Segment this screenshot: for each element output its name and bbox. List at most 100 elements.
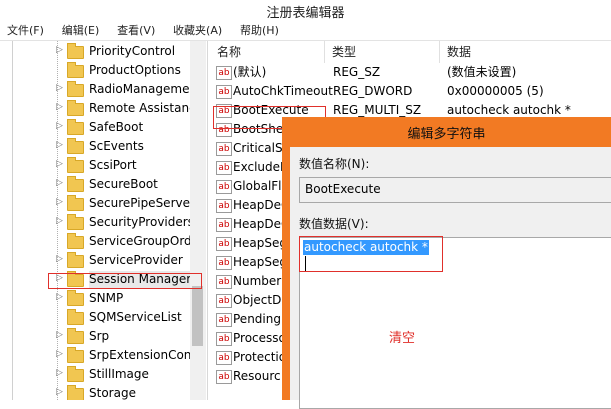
column-header-name[interactable]: 名称 — [217, 41, 241, 63]
folder-icon — [67, 366, 84, 382]
expand-arrow-icon[interactable]: ▷ — [56, 45, 64, 55]
tree-item[interactable]: ▷ SecurityProviders — [56, 213, 196, 232]
tree-item[interactable]: ▷ ScsiPort — [56, 156, 196, 175]
tree-item-label: SecureBoot — [89, 177, 158, 191]
title-bar: 注册表编辑器 — [0, 0, 611, 22]
value-name: PendingI — [233, 312, 285, 326]
folder-icon — [67, 309, 84, 325]
column-divider[interactable] — [324, 41, 325, 63]
string-value-icon: ab — [216, 294, 232, 308]
string-value-icon: ab — [216, 237, 232, 251]
expand-arrow-icon[interactable]: ▷ — [56, 102, 64, 112]
string-value-icon: ab — [216, 218, 232, 232]
tree-item-label: SQMServiceList — [89, 310, 182, 324]
value-name: HeapSeg — [233, 255, 287, 269]
tree-item[interactable]: ▷ SafeBoot — [56, 118, 196, 137]
tree-item[interactable]: ProductOptions — [56, 61, 196, 80]
tree-item-label: Storage — [89, 386, 136, 400]
tree-item[interactable]: ▷ SecurePipeServers — [56, 194, 201, 213]
tree-item[interactable]: ▷ SNMP — [56, 289, 196, 308]
tree-item-label: SNMP — [89, 291, 124, 305]
value-name-text: BootExecute — [305, 182, 381, 196]
tree-scrollbar-thumb[interactable] — [192, 286, 203, 346]
tree-item-label: PriorityControl — [89, 44, 176, 58]
tree-scrollbar[interactable] — [190, 41, 206, 400]
value-name: AutoChkTimeout — [233, 84, 333, 98]
tree-item[interactable]: ▷ SrpExtensionConfi — [56, 346, 199, 365]
value-name-field[interactable]: BootExecute — [299, 177, 611, 203]
menu-view[interactable]: 查看(V) — [110, 22, 162, 40]
expand-arrow-icon[interactable]: ▷ — [56, 216, 64, 226]
string-value-icon: ab — [216, 275, 232, 289]
tree-item[interactable]: ▷ Storage — [56, 384, 196, 400]
folder-icon — [67, 138, 84, 154]
string-value-icon: ab — [216, 256, 232, 270]
tree-item[interactable]: ▷ RadioManageme — [56, 80, 196, 99]
tree-item[interactable]: ServiceGroupOrde — [56, 232, 199, 251]
tree-item[interactable]: ▷ ServiceProvider — [56, 251, 196, 270]
folder-icon — [67, 233, 84, 249]
expand-arrow-icon[interactable]: ▷ — [56, 292, 64, 302]
folder-icon — [67, 43, 84, 59]
expand-arrow-icon[interactable]: ▷ — [56, 159, 64, 169]
tree-item[interactable]: ▷ Remote Assistanc — [56, 99, 196, 118]
string-value-icon: ab — [216, 161, 232, 175]
menu-bar: 文件(F) 编辑(E) 查看(V) 收藏夹(A) 帮助(H) — [0, 22, 611, 41]
string-value-icon: ab — [216, 180, 232, 194]
expand-arrow-icon[interactable]: ▷ — [56, 197, 64, 207]
registry-tree: ▷ PriorityControl ProductOptions ▷ RadioMana… — [0, 41, 208, 400]
expand-arrow-icon[interactable]: ▷ — [56, 368, 64, 378]
expand-arrow-icon[interactable]: ▷ — [56, 178, 64, 188]
tree-item[interactable]: ▷ SecureBoot — [56, 175, 196, 194]
folder-icon — [67, 328, 84, 344]
tree-item-label: StillImage — [89, 367, 149, 381]
value-data: (数值未设置) — [447, 65, 517, 79]
session-manager-highlight-box — [48, 273, 202, 289]
value-data: 0x00000005 (5) — [447, 84, 544, 98]
expand-arrow-icon[interactable]: ▷ — [56, 330, 64, 340]
menu-file[interactable]: 文件(F) — [0, 22, 51, 40]
string-value-icon: ab — [216, 351, 232, 365]
expand-arrow-icon[interactable]: ▷ — [56, 349, 64, 359]
tree-item-label: SafeBoot — [89, 120, 144, 134]
folder-icon — [67, 385, 84, 400]
value-name: Processo — [233, 331, 286, 345]
value-row[interactable]: ab AutoChkTimeout REG_DWORD 0x00000005 (5) — [208, 82, 611, 101]
column-header-data[interactable]: 数据 — [447, 41, 471, 63]
tree-item-label: ScsiPort — [89, 158, 137, 172]
menu-help[interactable]: 帮助(H) — [233, 22, 286, 40]
value-name: Protectio — [233, 350, 287, 364]
menu-edit[interactable]: 编辑(E) — [55, 22, 107, 40]
menu-favorites[interactable]: 收藏夹(A) — [166, 22, 229, 40]
folder-icon — [67, 100, 84, 116]
expand-arrow-icon[interactable]: ▷ — [56, 83, 64, 93]
value-name: HeapDeC — [233, 217, 290, 231]
tree-item-label: Srp — [89, 329, 110, 343]
expand-arrow-icon[interactable]: ▷ — [56, 254, 64, 264]
value-type: REG_DWORD — [333, 84, 413, 98]
tree-item-label: SrpExtensionConfi — [89, 348, 199, 362]
expand-arrow-icon[interactable]: ▷ — [56, 121, 64, 131]
folder-icon — [67, 176, 84, 192]
value-name: ExcludeF — [233, 160, 287, 174]
value-row[interactable]: ab (默认) REG_SZ (数值未设置) — [208, 63, 611, 82]
tree-item[interactable]: ▷ Srp — [56, 327, 196, 346]
column-divider[interactable] — [439, 41, 440, 63]
value-name: HeapSeg — [233, 236, 287, 250]
tree-item[interactable]: ▷ StillImage — [56, 365, 196, 384]
value-name-label: 数值名称(N): — [299, 157, 370, 171]
tree-item-label: RadioManageme — [89, 82, 190, 96]
expand-arrow-icon[interactable]: ▷ — [56, 387, 64, 397]
folder-icon — [67, 347, 84, 363]
tree-item[interactable]: ▷ PriorityControl — [56, 42, 196, 61]
expand-arrow-icon[interactable]: ▷ — [56, 140, 64, 150]
folder-icon — [67, 290, 84, 306]
tree-item[interactable]: ▷ ScEvents — [56, 137, 196, 156]
clear-annotation: 清空 — [389, 331, 416, 346]
value-type: REG_SZ — [333, 65, 381, 79]
tree-item-label: ScEvents — [89, 139, 144, 153]
string-value-icon: ab — [216, 370, 232, 384]
tree-item[interactable]: SQMServiceList — [56, 308, 196, 327]
folder-icon — [67, 157, 84, 173]
column-header-type[interactable]: 类型 — [332, 41, 356, 63]
